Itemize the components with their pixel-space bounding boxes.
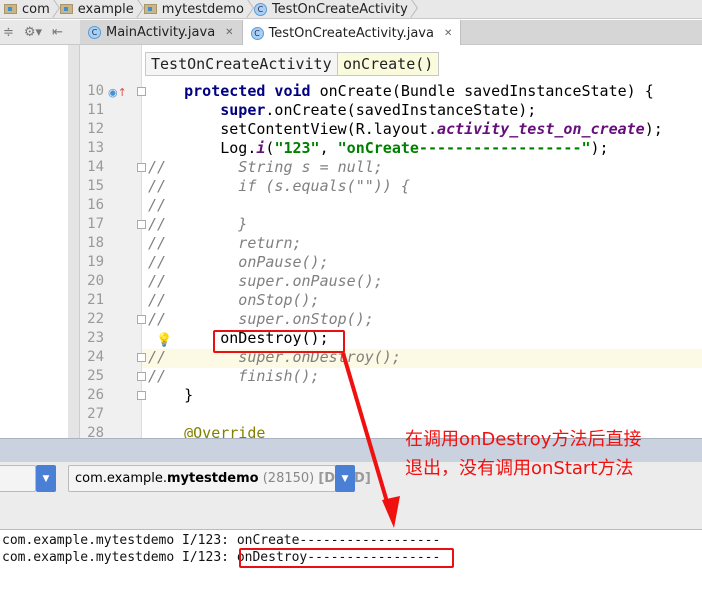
annotation-arrow xyxy=(341,352,400,528)
annotation-line: 在调用onDestroy方法后直接 xyxy=(405,429,642,450)
annotation-note: 在调用onDestroy方法后直接 退出，没有调用onStart方法 xyxy=(405,425,641,483)
arrow-line xyxy=(341,352,392,513)
annotation-line: 退出，没有调用onStart方法 xyxy=(405,458,634,479)
arrow-head xyxy=(382,496,400,528)
